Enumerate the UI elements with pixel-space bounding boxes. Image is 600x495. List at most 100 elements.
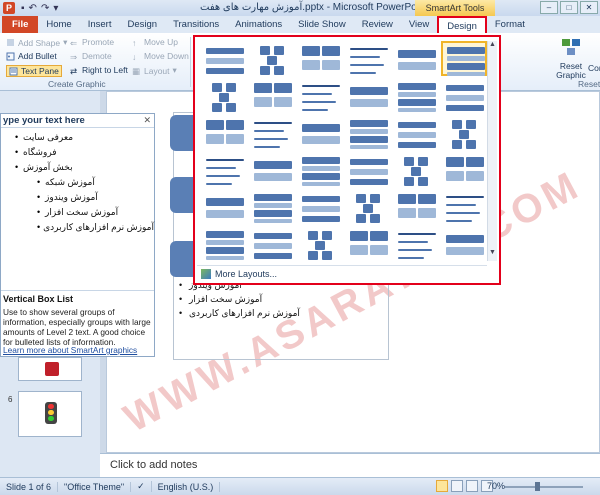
layout-thumbnail[interactable] (297, 226, 343, 261)
layout-thumbnail[interactable] (441, 41, 487, 76)
layout-thumbnail[interactable] (393, 115, 439, 150)
text-pane-item[interactable]: آموزش سخت افزار (1, 207, 154, 222)
text-pane-button[interactable]: Text Pane (6, 65, 62, 77)
layout-thumbnail[interactable] (441, 226, 487, 261)
layout-thumbnail[interactable] (345, 226, 391, 261)
layout-thumbnail[interactable] (393, 226, 439, 261)
layout-thumbnail[interactable] (201, 41, 247, 76)
layout-thumbnail[interactable] (297, 78, 343, 113)
layout-thumbnail[interactable] (249, 115, 295, 150)
scroll-down-icon[interactable]: ▼ (488, 249, 497, 259)
layout-thumbnail[interactable] (441, 115, 487, 150)
tab-insert[interactable]: Insert (80, 16, 120, 33)
minimize-button[interactable]: – (540, 1, 558, 14)
layout-thumbnail-shape (226, 103, 236, 112)
layout-thumbnail[interactable] (441, 152, 487, 187)
more-layouts-button[interactable]: More Layouts... (197, 265, 487, 281)
text-pane-item[interactable]: آموزش نرم افزارهای کاربردی (1, 222, 154, 237)
layout-thumbnail[interactable] (201, 152, 247, 187)
layout-thumbnail[interactable] (249, 78, 295, 113)
move-down-icon: ↓ (132, 51, 137, 62)
layout-thumbnail[interactable] (297, 115, 343, 150)
theme-name[interactable]: "Office Theme" (58, 481, 132, 492)
layout-thumbnail[interactable] (393, 41, 439, 76)
tab-file[interactable]: File (2, 16, 39, 33)
zoom-slider[interactable] (505, 482, 583, 491)
text-pane-item[interactable]: بخش آموزش (1, 162, 154, 177)
layout-thumbnail[interactable] (201, 189, 247, 224)
language-indicator[interactable]: English (U.S.) (152, 481, 221, 492)
layout-thumbnail-shape (447, 47, 485, 54)
reset-graphic-button[interactable]: Reset Graphic (556, 36, 586, 80)
layout-thumbnail[interactable] (249, 226, 295, 261)
tab-design[interactable]: Design (119, 16, 165, 33)
layout-thumbnail[interactable] (393, 189, 439, 224)
promote-button[interactable]: ⇐ Promote (70, 37, 114, 48)
tab-animations[interactable]: Animations (227, 16, 290, 33)
layout-thumbnail[interactable] (201, 115, 247, 150)
tab-smartart-design[interactable]: Design (437, 16, 487, 33)
layout-thumbnail-shape (219, 93, 229, 102)
layout-thumbnail[interactable] (345, 189, 391, 224)
layout-button[interactable]: ▦ Layout ▾ (132, 65, 177, 76)
text-pane-item[interactable]: آموزش شبکه (1, 177, 154, 192)
layout-thumbnail[interactable] (345, 41, 391, 76)
redo-icon[interactable]: ↷ (41, 3, 49, 14)
layout-thumbnail[interactable] (441, 78, 487, 113)
layout-thumbnail[interactable] (345, 115, 391, 150)
convert-button-partial[interactable]: Con (588, 63, 600, 73)
tab-review[interactable]: Review (354, 16, 401, 33)
spellcheck-icon[interactable]: ✓ (131, 481, 152, 492)
slide-thumbnail[interactable] (18, 357, 82, 381)
add-shape-button[interactable]: Add Shape ▾ (6, 37, 67, 48)
layout-thumbnail-shape (274, 66, 284, 75)
customize-qat-icon[interactable]: ▾ (53, 3, 58, 14)
demote-button[interactable]: ⇒ Demote (70, 51, 112, 62)
layout-thumbnail[interactable] (441, 189, 487, 224)
save-icon[interactable]: ▪ (21, 3, 25, 14)
slide-thumbnail[interactable] (18, 391, 82, 437)
move-down-button[interactable]: ↓ Move Down (132, 51, 189, 62)
close-icon[interactable]: ✕ (143, 115, 151, 126)
right-to-left-button[interactable]: ⇄ Right to Left (70, 65, 128, 76)
layout-thumbnail[interactable] (345, 78, 391, 113)
layout-thumbnail[interactable] (201, 78, 247, 113)
tab-transitions[interactable]: Transitions (165, 16, 227, 33)
text-pane-item[interactable]: فروشگاه (1, 147, 154, 162)
tab-view[interactable]: View (401, 16, 437, 33)
gallery-scrollbar[interactable]: ▲ ▼ (487, 41, 497, 261)
text-pane-item[interactable]: معرفی سایت (1, 132, 154, 147)
layout-thumbnail-shape (274, 83, 292, 93)
layout-thumbnail[interactable] (297, 152, 343, 187)
learn-more-link[interactable]: Learn more about SmartArt graphics (3, 345, 137, 355)
tab-smartart-format[interactable]: Format (487, 16, 533, 33)
layout-thumbnail[interactable] (201, 226, 247, 261)
zoom-slider-thumb[interactable] (535, 482, 540, 491)
layout-thumbnail[interactable] (345, 152, 391, 187)
layout-label: Layout (144, 65, 170, 76)
layout-thumbnail[interactable] (393, 152, 439, 187)
tab-home[interactable]: Home (38, 16, 79, 33)
layout-thumbnail[interactable] (297, 41, 343, 76)
zoom-level[interactable]: 70% (487, 481, 505, 491)
layout-thumbnail-shape (446, 95, 484, 101)
layout-thumbnail[interactable] (393, 78, 439, 113)
scroll-up-icon[interactable]: ▲ (488, 41, 497, 51)
slide-thumbnails-panel: 6 (0, 357, 100, 477)
notes-pane[interactable]: Click to add notes (100, 453, 600, 477)
layout-thumbnail[interactable] (249, 189, 295, 224)
layout-thumbnail-shape (447, 63, 485, 70)
tab-slide-show[interactable]: Slide Show (290, 16, 354, 33)
add-bullet-button[interactable]: Add Bullet (6, 51, 57, 61)
undo-icon[interactable]: ↶ (29, 3, 37, 14)
normal-view-button[interactable] (436, 480, 448, 492)
slide-sorter-view-button[interactable] (451, 480, 463, 492)
move-up-button[interactable]: ↑ Move Up (132, 37, 178, 48)
layout-thumbnail[interactable] (297, 189, 343, 224)
reading-view-button[interactable] (466, 480, 478, 492)
layout-thumbnail[interactable] (249, 41, 295, 76)
text-pane-item[interactable]: آموزش ویندوز (1, 192, 154, 207)
close-window-button[interactable]: ✕ (580, 1, 598, 14)
maximize-button[interactable]: □ (560, 1, 578, 14)
layout-thumbnail[interactable] (249, 152, 295, 187)
